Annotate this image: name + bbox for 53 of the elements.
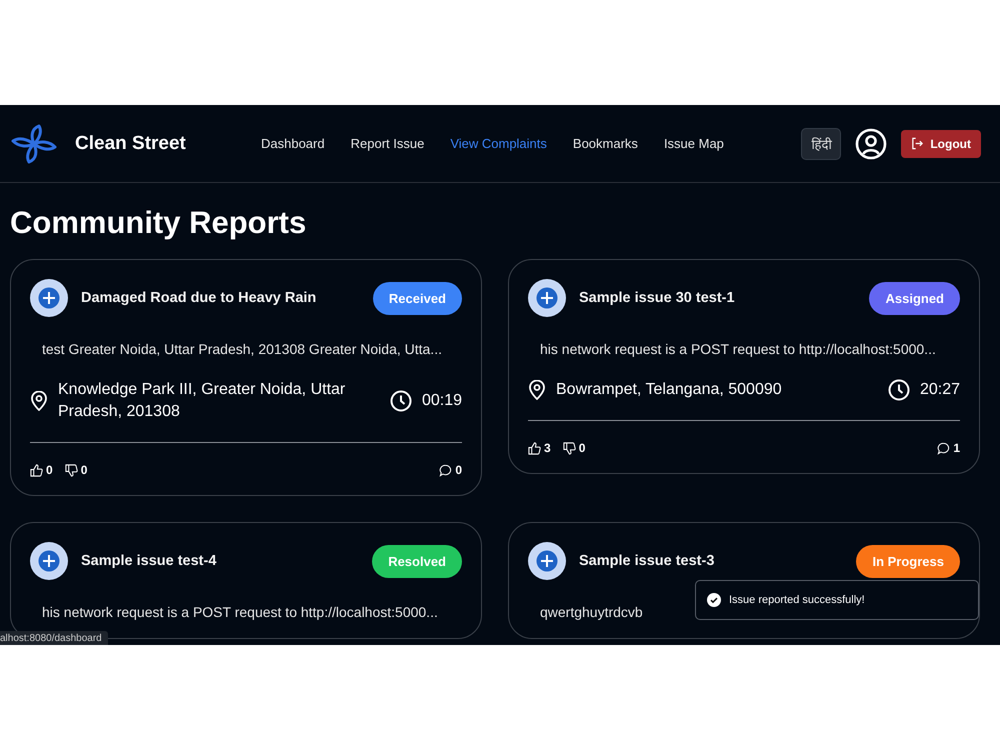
add-circle-icon	[30, 542, 68, 580]
status-bar-url: alhost:8080/dashboard	[0, 631, 108, 645]
thumbs-up-icon	[30, 464, 43, 476]
comments-button[interactable]: 1	[937, 441, 960, 455]
nav-link[interactable]: View Complaints	[450, 136, 547, 151]
report-card[interactable]: Damaged Road due to Heavy Rain Received test Greater Noida, Uttar Pradesh, 201308 Greater Noida, Utta... Knowledge Park III, Greater Noida, Uttar Pradesh, 201308 00:19 0 0 0	[10, 259, 482, 496]
status-badge: Assigned	[869, 282, 960, 314]
nav-link[interactable]: Bookmarks	[572, 136, 638, 151]
page-heading: Community Reports	[10, 205, 308, 241]
time-text: 00:19	[422, 392, 462, 410]
add-circle-icon	[528, 279, 566, 317]
check-circle-icon	[707, 593, 721, 607]
location-text: Knowledge Park III, Greater Noida, Uttar Pradesh, 201308	[58, 380, 346, 422]
report-description: qwertghuytrdcvb	[540, 604, 644, 620]
report-description: his network request is a POST request to http://localhost:5000...	[540, 341, 937, 357]
language-button[interactable]: हिंदी	[801, 128, 842, 160]
comments-button[interactable]: 0	[439, 463, 462, 477]
nav-link[interactable]: Report Issue	[350, 136, 424, 151]
user-avatar-icon[interactable]	[855, 128, 888, 160]
toast-message: Issue reported successfully!	[729, 594, 865, 606]
report-title: Damaged Road due to Heavy Rain	[81, 290, 316, 306]
upvote-button[interactable]: 3	[528, 441, 551, 455]
report-title: Sample issue test-4	[81, 553, 216, 569]
report-title: Sample issue 30 test-1	[579, 290, 735, 306]
thumbs-up-icon	[528, 442, 541, 454]
add-circle-icon	[30, 279, 68, 317]
report-title: Sample issue test-3	[579, 553, 714, 569]
downvote-button[interactable]: 0	[562, 441, 586, 455]
pinwheel-logo-icon	[9, 122, 59, 164]
time-text: 20:27	[920, 381, 960, 399]
comment-icon	[439, 464, 452, 476]
nav-link[interactable]: Issue Map	[664, 136, 724, 151]
clock-icon	[888, 379, 910, 401]
report-description: test Greater Noida, Uttar Pradesh, 201308 Greater Noida, Utta...	[42, 341, 443, 357]
add-circle-icon	[528, 542, 566, 580]
report-description: his network request is a POST request to http://localhost:5000...	[42, 604, 439, 620]
nav-link[interactable]: Dashboard	[261, 136, 325, 151]
location-pin-icon	[528, 380, 546, 400]
status-badge: In Progress	[856, 544, 960, 578]
location-text: Bowrampet, Telangana, 500090	[556, 380, 783, 400]
thumbs-down-icon	[562, 442, 576, 454]
downvote-button[interactable]: 0	[64, 463, 88, 477]
location-pin-icon	[30, 391, 48, 411]
clock-icon	[390, 390, 412, 412]
logout-icon	[911, 137, 924, 150]
report-card[interactable]: Sample issue 30 test-1 Assigned his network request is a POST request to http://localhost:5000... Bowrampet, Telangana, 500090 20:27 3 0 1	[508, 259, 980, 474]
upvote-button[interactable]: 0	[30, 463, 53, 477]
status-badge: Resolved	[372, 544, 462, 578]
thumbs-down-icon	[64, 464, 78, 476]
app-name: Clean Street	[75, 132, 186, 154]
logout-button[interactable]: Logout	[901, 130, 981, 158]
status-badge: Received	[372, 282, 462, 314]
comment-icon	[937, 442, 950, 454]
